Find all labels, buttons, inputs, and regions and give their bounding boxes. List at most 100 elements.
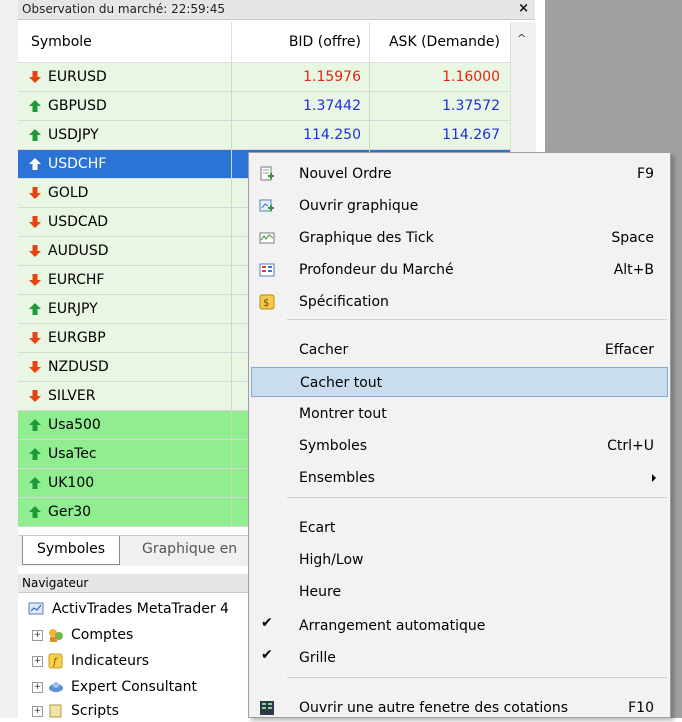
arrow-up-icon bbox=[29, 506, 41, 518]
menu-item-shortcut: F10 bbox=[628, 700, 654, 716]
scripts-icon bbox=[49, 704, 62, 718]
tree-item-indicateurs[interactable]: + f Indicateurs bbox=[32, 650, 149, 672]
column-header-symbol[interactable]: Symbole bbox=[18, 22, 232, 62]
new-order-icon bbox=[260, 166, 274, 181]
close-icon[interactable]: × bbox=[518, 0, 529, 18]
menu-item-label: Cacher tout bbox=[300, 375, 383, 391]
menu-item-label: Graphique des Tick bbox=[299, 230, 434, 246]
expand-icon[interactable]: + bbox=[32, 655, 43, 667]
symbol-cell: Usa500 bbox=[18, 411, 232, 439]
arrow-down-icon bbox=[29, 332, 41, 344]
tick-chart-icon bbox=[259, 232, 275, 244]
market-watch-title-bar[interactable]: Observation du marché: 22:59:45 × bbox=[18, 0, 535, 20]
scroll-up-icon[interactable]: ^ bbox=[517, 32, 526, 45]
menu-item-label: Nouvel Ordre bbox=[299, 166, 392, 182]
tree-root-label: ActivTrades MetaTrader 4 bbox=[52, 601, 229, 617]
arrow-up-icon bbox=[29, 158, 41, 170]
symbol-label: USDCAD bbox=[48, 214, 109, 230]
symbol-cell: EURJPY bbox=[18, 295, 232, 323]
column-header-ask[interactable]: ASK (Demande) bbox=[370, 22, 510, 62]
symbol-label: Usa500 bbox=[48, 417, 101, 433]
open-chart-icon bbox=[259, 199, 274, 212]
menu-item-shortcut: Effacer bbox=[604, 342, 654, 358]
expand-icon[interactable]: + bbox=[32, 629, 43, 641]
symbol-cell: GOLD bbox=[18, 179, 232, 207]
menu-item-graphique-des-tick[interactable]: Graphique des Tick Space bbox=[251, 223, 668, 253]
menu-item-shortcut: Ctrl+U bbox=[607, 438, 654, 454]
symbol-cell: EURCHF bbox=[18, 266, 232, 294]
checkmark-icon: ✔ bbox=[261, 647, 273, 663]
menu-item-label: High/Low bbox=[299, 552, 364, 568]
arrow-down-icon bbox=[29, 390, 41, 402]
menu-item-shortcut: F9 bbox=[637, 166, 654, 182]
tab-graphique[interactable]: Graphique en bbox=[128, 536, 251, 564]
expand-icon[interactable]: + bbox=[32, 681, 43, 693]
tree-item-comptes[interactable]: + Comptes bbox=[32, 624, 133, 646]
tree-item-label: Comptes bbox=[71, 627, 134, 643]
menu-item-shortcut: Alt+B bbox=[613, 262, 654, 278]
ask-cell: 1.37572 bbox=[442, 98, 500, 114]
menu-item-label: Arrangement automatique bbox=[299, 618, 486, 634]
expand-icon[interactable]: + bbox=[32, 705, 43, 717]
table-row[interactable]: GBPUSD 1.37442 1.37572 bbox=[18, 92, 510, 121]
symbol-cell: AUDUSD bbox=[18, 237, 232, 265]
menu-item-high-low[interactable]: High/Low bbox=[251, 545, 668, 575]
menu-item-specification[interactable]: $ Spécification bbox=[251, 287, 668, 317]
symbol-label: GOLD bbox=[48, 185, 89, 201]
tree-root[interactable]: ActivTrades MetaTrader 4 bbox=[28, 598, 229, 620]
menu-item-symboles[interactable]: Symboles Ctrl+U bbox=[251, 431, 668, 461]
symbol-cell: USDJPY bbox=[18, 121, 232, 149]
column-header-bid[interactable]: BID (offre) bbox=[232, 22, 370, 62]
menu-item-cacher-tout[interactable]: Cacher tout bbox=[251, 367, 668, 397]
tree-item-label: Scripts bbox=[71, 703, 119, 719]
ask-cell: 114.267 bbox=[442, 127, 500, 143]
menu-item-heure[interactable]: Heure bbox=[251, 577, 668, 607]
navigator-title: Navigateur bbox=[22, 576, 89, 590]
symbol-label: EURUSD bbox=[48, 69, 107, 85]
menu-item-ouvrir-une-autre-fenetre-des-cotations[interactable]: Ouvrir une autre fenetre des cotations F1… bbox=[251, 693, 668, 717]
table-row[interactable]: EURUSD 1.15976 1.16000 bbox=[18, 63, 510, 92]
symbol-cell: EURUSD bbox=[18, 63, 232, 91]
arrow-down-icon bbox=[29, 187, 41, 199]
tree-item-scripts[interactable]: + Scripts bbox=[32, 700, 119, 722]
table-row[interactable]: USDJPY 114.250 114.267 bbox=[18, 121, 510, 150]
menu-item-montrer-tout[interactable]: Montrer tout bbox=[251, 399, 668, 429]
menu-item-cacher[interactable]: Cacher Effacer bbox=[251, 335, 668, 365]
menu-item-ouvrir-graphique[interactable]: Ouvrir graphique bbox=[251, 191, 668, 221]
symbol-cell: UsaTec bbox=[18, 440, 232, 468]
symbol-label: SILVER bbox=[48, 388, 96, 404]
new-window-icon bbox=[260, 701, 274, 715]
menu-item-label: Cacher bbox=[299, 342, 349, 358]
left-dock-strip bbox=[0, 0, 18, 718]
symbol-cell: NZDUSD bbox=[18, 353, 232, 381]
arrow-down-icon bbox=[29, 71, 41, 83]
arrow-up-icon bbox=[29, 100, 41, 112]
menu-item-label: Symboles bbox=[299, 438, 368, 454]
market-depth-icon bbox=[259, 263, 275, 277]
menu-item-ensembles[interactable]: Ensembles bbox=[251, 463, 668, 493]
menu-item-label: Spécification bbox=[299, 294, 389, 310]
menu-item-profondeur-du-marche[interactable]: Profondeur du Marché Alt+B bbox=[251, 255, 668, 285]
symbol-cell: GBPUSD bbox=[18, 92, 232, 120]
arrow-down-icon bbox=[29, 274, 41, 286]
menu-item-grille[interactable]: ✔ Grille bbox=[251, 643, 668, 673]
symbol-cell: EURGBP bbox=[18, 324, 232, 352]
menu-separator bbox=[287, 319, 667, 320]
arrow-up-icon bbox=[29, 448, 41, 460]
symbol-label: USDJPY bbox=[48, 127, 99, 143]
symbol-label: EURCHF bbox=[48, 272, 105, 288]
ask-cell: 1.16000 bbox=[442, 69, 500, 85]
menu-item-label: Ouvrir graphique bbox=[299, 198, 419, 214]
tab-symboles[interactable]: Symboles bbox=[22, 536, 121, 565]
menu-item-nouvel-ordre[interactable]: Nouvel Ordre F9 bbox=[251, 159, 668, 189]
symbol-label: EURGBP bbox=[48, 330, 106, 346]
tree-item-expert-consultant[interactable]: + Expert Consultant bbox=[32, 676, 197, 698]
menu-item-arrangement-automatique[interactable]: ✔ Arrangement automatique bbox=[251, 611, 668, 641]
market-watch-title: Observation du marché: 22:59:45 bbox=[22, 2, 225, 16]
terminal-icon bbox=[28, 602, 44, 615]
checkmark-icon: ✔ bbox=[261, 615, 273, 631]
bid-cell: 114.250 bbox=[232, 121, 370, 149]
arrow-up-icon bbox=[29, 419, 41, 431]
menu-item-ecart[interactable]: Ecart bbox=[251, 513, 668, 543]
symbol-label: NZDUSD bbox=[48, 359, 109, 375]
